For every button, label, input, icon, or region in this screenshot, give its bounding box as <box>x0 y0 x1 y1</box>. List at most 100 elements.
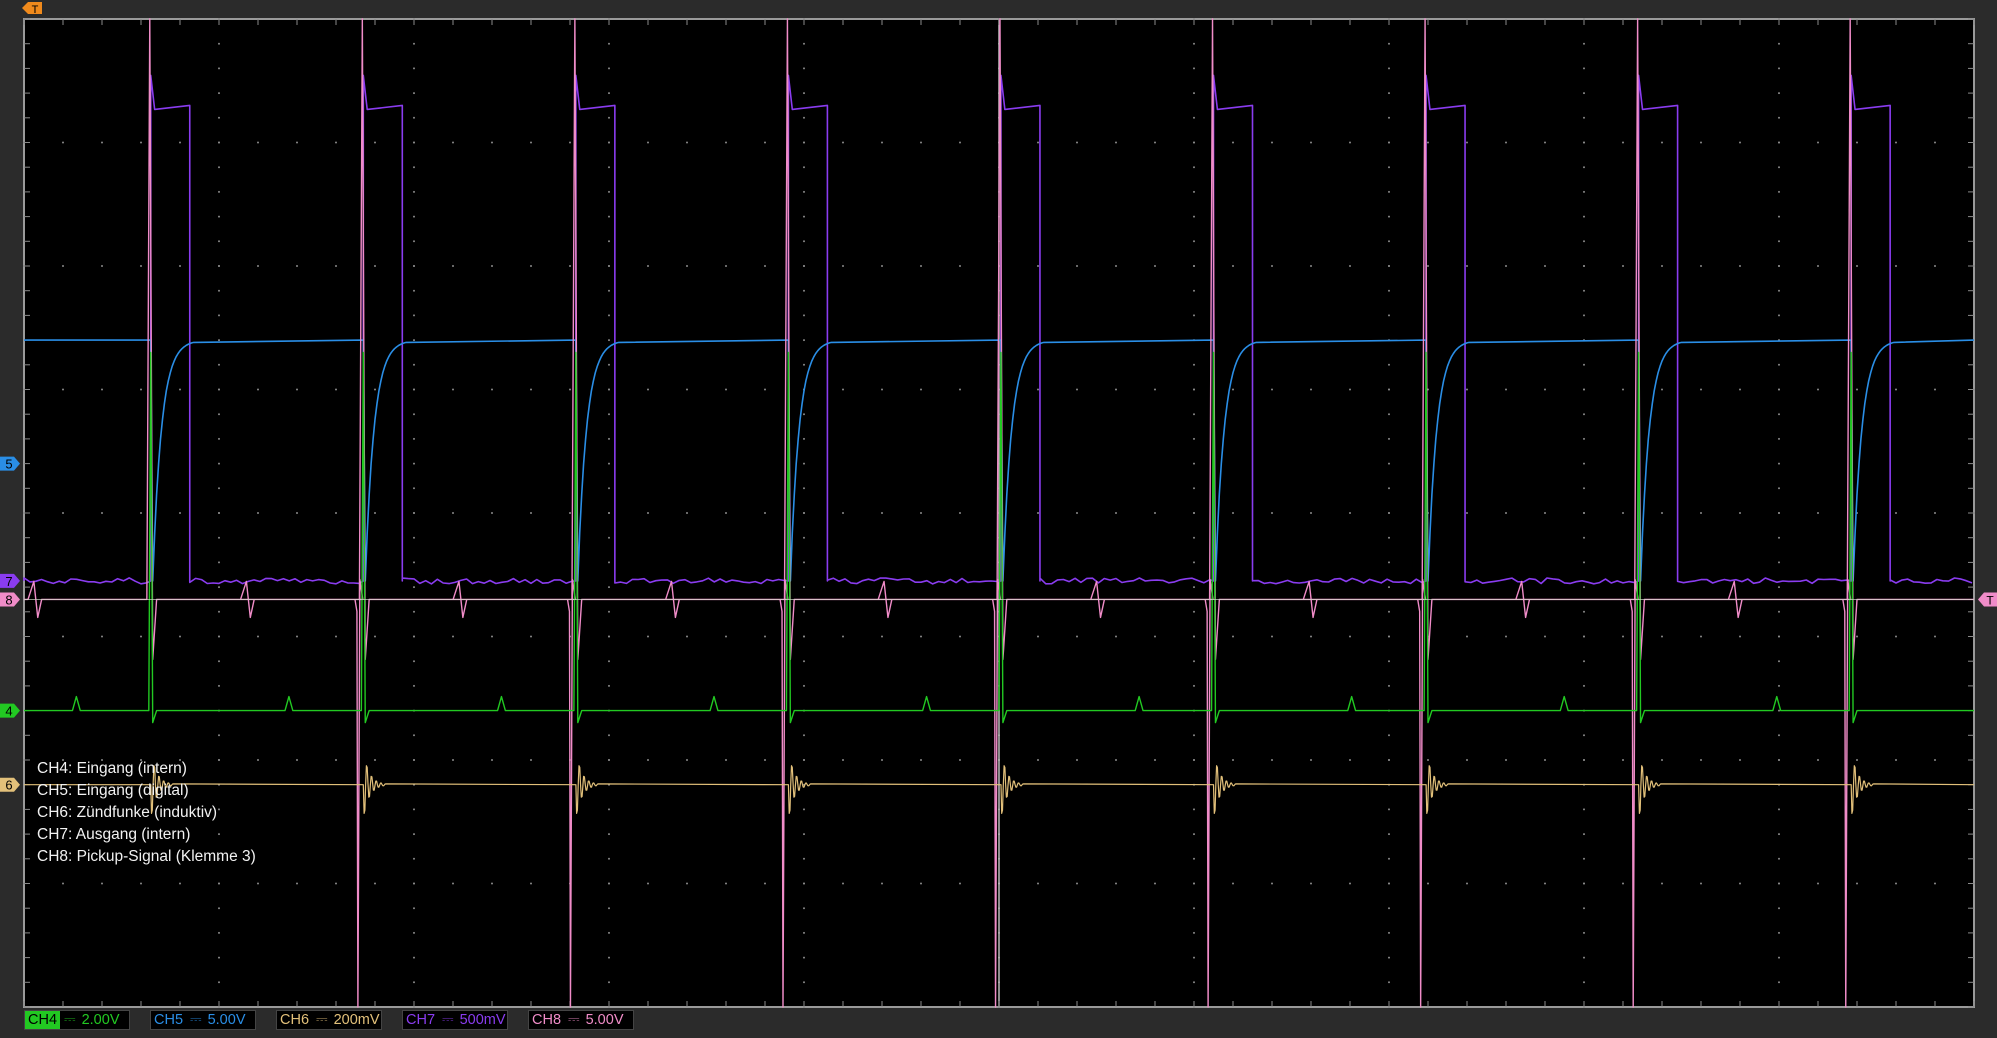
grid-dot <box>1700 512 1702 514</box>
status-ch5-scale: 5.00V <box>207 1012 246 1028</box>
legend-ch8: CH8: Pickup-Signal (Klemme 3) <box>37 848 256 865</box>
grid-dot <box>1193 981 1195 984</box>
grid-dot <box>530 759 532 761</box>
grid-dot <box>413 536 415 539</box>
grid-dot <box>1778 931 1780 934</box>
grid-dot <box>296 265 298 267</box>
grid-dot <box>218 536 220 539</box>
grid-dot <box>608 240 610 243</box>
grid-dot <box>1622 141 1624 144</box>
grid-dot <box>608 67 610 70</box>
grid-dot <box>218 92 220 95</box>
status-ch6[interactable]: CH6 ⎓ 200mV <box>276 1010 382 1030</box>
grid-dot <box>1817 635 1819 638</box>
grid-dot <box>1076 635 1078 638</box>
grid-dot <box>1076 141 1078 144</box>
grid-dot <box>1388 289 1390 292</box>
grid-dot <box>1583 536 1585 539</box>
grid-dot <box>1193 759 1195 761</box>
grid-dot <box>257 635 259 638</box>
grid-dot <box>920 882 922 885</box>
grid-dot <box>413 808 415 811</box>
status-ch5[interactable]: CH5 ⎓ 5.00V <box>150 1010 256 1030</box>
grid-dot <box>218 363 220 366</box>
grid-dot <box>569 388 571 391</box>
grid-dot <box>1856 759 1858 761</box>
status-ch8[interactable]: CH8 ⎓ 5.00V <box>528 1010 634 1030</box>
grid-dot <box>569 265 571 267</box>
grid-dot <box>257 759 259 761</box>
grid-dot <box>491 265 493 267</box>
grid-dot <box>1583 487 1585 490</box>
grid-dot <box>1583 512 1585 514</box>
grid-dot <box>1193 265 1195 267</box>
grid-dot <box>1583 413 1585 416</box>
grid-dot <box>1700 882 1702 885</box>
grid-dot <box>1583 808 1585 811</box>
status-ch4[interactable]: CH4 ⎓ 2.00V <box>24 1010 130 1030</box>
grid-dot <box>1388 635 1390 638</box>
grid-dot <box>1895 759 1897 761</box>
grid-dot <box>647 759 649 761</box>
grid-dot <box>1583 67 1585 70</box>
grid-dot <box>296 882 298 885</box>
grid-dot <box>803 931 805 934</box>
grid-dot <box>1778 981 1780 984</box>
grid-dot <box>179 635 181 638</box>
grid-dot <box>647 388 649 391</box>
grid-dot <box>1193 363 1195 366</box>
grid-dot <box>686 759 688 761</box>
grid-dot <box>1895 512 1897 514</box>
grid-dot <box>413 635 415 638</box>
grid-dot <box>1934 388 1936 391</box>
status-ch7[interactable]: CH7 ⎓ 500mV <box>402 1010 508 1030</box>
grid-dot <box>1193 462 1195 465</box>
grid-dot <box>608 734 610 737</box>
grid-dot <box>608 586 610 589</box>
grid-dot <box>413 981 415 984</box>
grid-dot <box>1544 388 1546 391</box>
grid-dot <box>452 265 454 267</box>
grid-dot <box>608 314 610 317</box>
grid-dot <box>959 759 961 761</box>
status-ch8-coupling: ⎓ <box>568 1012 580 1028</box>
grid-dot <box>1388 734 1390 737</box>
grid-dot <box>62 141 64 144</box>
grid-dot <box>608 610 610 613</box>
grid-dot <box>218 190 220 193</box>
grid-dot <box>335 635 337 638</box>
grid-dot <box>608 116 610 119</box>
grid-dot <box>1700 759 1702 761</box>
grid-dot <box>1778 956 1780 959</box>
grid-dot <box>413 907 415 910</box>
grid-dot <box>1505 141 1507 144</box>
grid-dot <box>608 363 610 366</box>
grid-dot <box>1778 413 1780 416</box>
grid-dot <box>413 388 415 391</box>
grid-dot <box>1778 240 1780 243</box>
status-ch6-coupling: ⎓ <box>316 1012 328 1028</box>
grid-dot <box>218 684 220 687</box>
grid-dot <box>1778 833 1780 836</box>
grid-dot <box>218 215 220 218</box>
grid-dot <box>1076 759 1078 761</box>
grid-dot <box>1856 388 1858 391</box>
grid-dot <box>530 141 532 144</box>
grid-dot <box>1193 734 1195 737</box>
grid-dot <box>686 635 688 638</box>
grid-dot <box>803 92 805 95</box>
grid-dot <box>1778 215 1780 218</box>
grid-dot <box>413 512 415 514</box>
grid-dot <box>218 289 220 292</box>
grid-dot <box>1661 759 1663 761</box>
grid-dot <box>218 981 220 984</box>
grid-dot <box>881 265 883 267</box>
grid-dot <box>1388 166 1390 169</box>
grid-dot <box>101 512 103 514</box>
grid-dot <box>374 512 376 514</box>
grid-dot <box>218 561 220 564</box>
grid-dot <box>1115 512 1117 514</box>
grid-dot <box>1739 635 1741 638</box>
grid-dot <box>608 388 610 391</box>
grid-dot <box>374 635 376 638</box>
